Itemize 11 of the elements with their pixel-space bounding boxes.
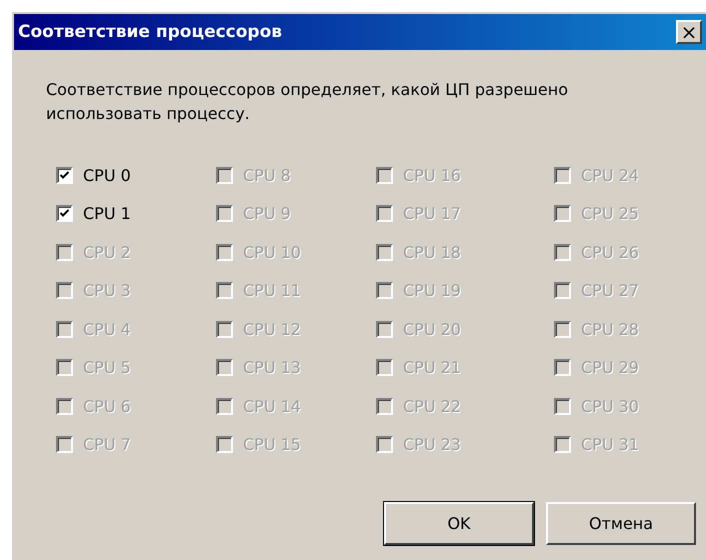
checkbox-label: CPU 0 [83,166,131,185]
checkbox[interactable] [56,166,73,184]
checkbox[interactable] [56,205,73,222]
close-button[interactable]: × [676,20,702,44]
ok-button[interactable]: OK [384,502,534,545]
checkbox-label: CPU 1 [83,204,131,224]
check-icon [60,170,69,180]
check-icon [60,209,69,218]
cancel-button[interactable]: Отмена [546,502,696,545]
description-text: Соответствие процессоров определяет, какой ЦП разрешено использовать процессу. [46,79,570,125]
window-title: Соответствие процессоров [18,22,282,42]
